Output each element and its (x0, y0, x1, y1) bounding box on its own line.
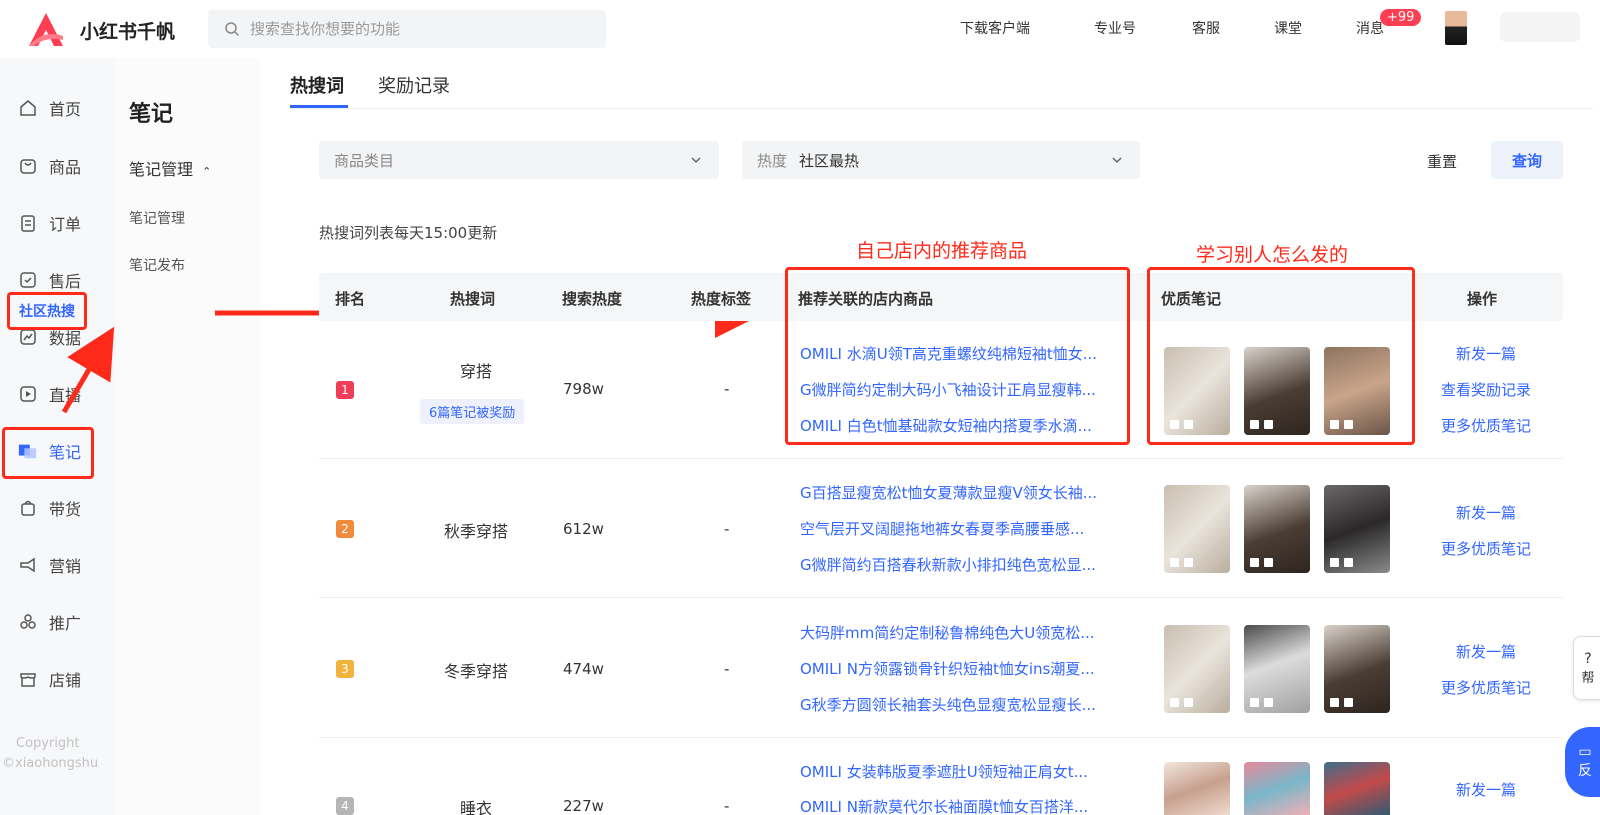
update-note: 热搜词列表每天15:00更新 (319, 224, 498, 242)
search-heat: 612w (563, 520, 604, 538)
heat-value: 社区最热 (799, 151, 860, 170)
note-thumbnail[interactable] (1244, 762, 1310, 815)
search-heat: 227w (563, 797, 604, 815)
chevron-down-icon (1112, 157, 1122, 164)
new-note-button[interactable]: 新发一篇 (1426, 502, 1546, 523)
note-thumbnail[interactable] (1244, 625, 1310, 713)
th-actions: 操作 (1467, 290, 1498, 308)
tab-hot-search-words[interactable]: 热搜词 (290, 72, 344, 98)
reset-button[interactable]: 重置 (1427, 151, 1457, 172)
view-reward-records-button[interactable]: 查看奖励记录 (1426, 379, 1546, 400)
lock-icon (1184, 420, 1193, 429)
search-heat: 798w (563, 380, 604, 398)
row-divider (319, 458, 1563, 459)
rank-badge: 1 (336, 381, 354, 399)
help-icon: ? (1584, 650, 1592, 667)
help-label: 帮 (1581, 670, 1595, 686)
lock-icon (1264, 420, 1273, 429)
video-icon (1170, 420, 1179, 429)
note-thumbnail[interactable] (1324, 625, 1390, 713)
product-link[interactable]: OMILI 白色t恤基础款女短袖内搭夏季水滴... (800, 415, 1135, 436)
rank-badge: 2 (336, 520, 354, 538)
lock-icon (1344, 558, 1353, 567)
feedback-icon: ▭ (1578, 744, 1592, 760)
more-quality-notes-button[interactable]: 更多优质笔记 (1426, 677, 1546, 698)
heat-tag: - (724, 520, 730, 538)
heat-tag: - (724, 660, 730, 678)
video-icon (1170, 698, 1179, 707)
video-icon (1170, 558, 1179, 567)
product-link[interactable]: OMILI N新款莫代尔长袖面膜t恤女百搭洋... (800, 796, 1135, 815)
note-thumbnail[interactable] (1164, 625, 1230, 713)
note-thumbnail[interactable] (1244, 485, 1310, 573)
product-link[interactable]: G百搭显瘦宽松t恤女夏薄款显瘦V领女长袖... (800, 482, 1135, 503)
help-widget[interactable]: ? 帮 (1573, 636, 1600, 700)
feedback-widget[interactable]: ▭ 反 (1565, 727, 1600, 797)
category-select[interactable]: 商品类目 (319, 141, 719, 179)
keyword: 睡衣 (459, 799, 492, 815)
heat-select[interactable]: 热度 社区最热 (742, 141, 1140, 179)
note-thumbnail[interactable] (1164, 762, 1230, 815)
new-note-button[interactable]: 新发一篇 (1426, 343, 1546, 364)
th-keyword: 热搜词 (450, 290, 496, 308)
th-rank: 排名 (335, 290, 366, 308)
th-heat-tag: 热度标签 (691, 290, 752, 308)
image-icon (1330, 420, 1339, 429)
tab-reward-records[interactable]: 奖励记录 (378, 72, 450, 98)
arrow-up (61, 326, 115, 414)
reward-badge[interactable]: 6篇笔记被奖励 (420, 399, 525, 424)
image-icon (1330, 698, 1339, 707)
note-thumbnail[interactable] (1324, 485, 1390, 573)
note-thumbnail[interactable] (1324, 347, 1390, 435)
rank-badge: 3 (336, 660, 354, 678)
rank-badge: 4 (336, 797, 354, 815)
tab-divider (290, 108, 1593, 109)
more-quality-notes-button[interactable]: 更多优质笔记 (1426, 415, 1546, 436)
heat-label: 热度 (757, 151, 788, 170)
annotation-products: 自己店内的推荐商品 (856, 240, 1028, 262)
note-thumbnail[interactable] (1244, 347, 1310, 435)
keyword: 秋季穿搭 (443, 522, 508, 541)
feedback-label: 反 (1578, 763, 1592, 779)
heat-tag: - (724, 380, 730, 398)
annotation-notes: 学习别人怎么发的 (1196, 244, 1349, 266)
heat-tag: - (724, 797, 730, 815)
product-link[interactable]: G微胖简约百搭春秋新款小排扣纯色宽松显... (800, 554, 1135, 575)
lock-icon (1264, 698, 1273, 707)
row-divider (319, 597, 1563, 598)
image-icon (1250, 698, 1259, 707)
more-quality-notes-button[interactable]: 更多优质笔记 (1426, 538, 1546, 559)
search-heat: 474w (563, 660, 604, 678)
chevron-down-icon (691, 157, 701, 164)
image-icon (1250, 420, 1259, 429)
category-placeholder: 商品类目 (334, 151, 395, 170)
product-link[interactable]: OMILI 水滴U领T高克重螺纹纯棉短袖t恤女... (800, 343, 1135, 364)
new-note-button[interactable]: 新发一篇 (1426, 641, 1546, 662)
new-note-button[interactable]: 新发一篇 (1426, 779, 1546, 800)
lock-icon (1344, 420, 1353, 429)
th-search-heat: 搜索热度 (562, 290, 623, 308)
product-link[interactable]: OMILI 女装韩版夏季遮肚U领短袖正肩女t... (800, 761, 1135, 782)
note-thumbnail[interactable] (1164, 485, 1230, 573)
query-button[interactable]: 查询 (1491, 141, 1563, 179)
lock-icon (1344, 698, 1353, 707)
video-icon (1330, 558, 1339, 567)
lock-icon (1264, 558, 1273, 567)
keyword: 冬季穿搭 (443, 662, 508, 681)
product-link[interactable]: 大码胖mm简约定制秘鲁棉纯色大U领宽松... (800, 622, 1135, 643)
note-thumbnail[interactable] (1164, 347, 1230, 435)
product-link[interactable]: 空气层开叉阔腿拖地裤女春夏季高腰垂感... (800, 518, 1135, 539)
keyword: 穿搭 (459, 362, 492, 381)
lock-icon (1184, 698, 1193, 707)
note-thumbnail[interactable] (1324, 762, 1390, 815)
product-link[interactable]: OMILI N方领露锁骨针织短袖t恤女ins潮夏... (800, 658, 1135, 679)
product-link[interactable]: G微胖简约定制大码小飞袖设计正肩显瘦韩... (800, 379, 1135, 400)
lock-icon (1184, 558, 1193, 567)
product-link[interactable]: G秋季方圆领长袖套头纯色显瘦宽松显瘦长... (800, 694, 1135, 715)
row-divider (319, 737, 1563, 738)
image-icon (1250, 558, 1259, 567)
